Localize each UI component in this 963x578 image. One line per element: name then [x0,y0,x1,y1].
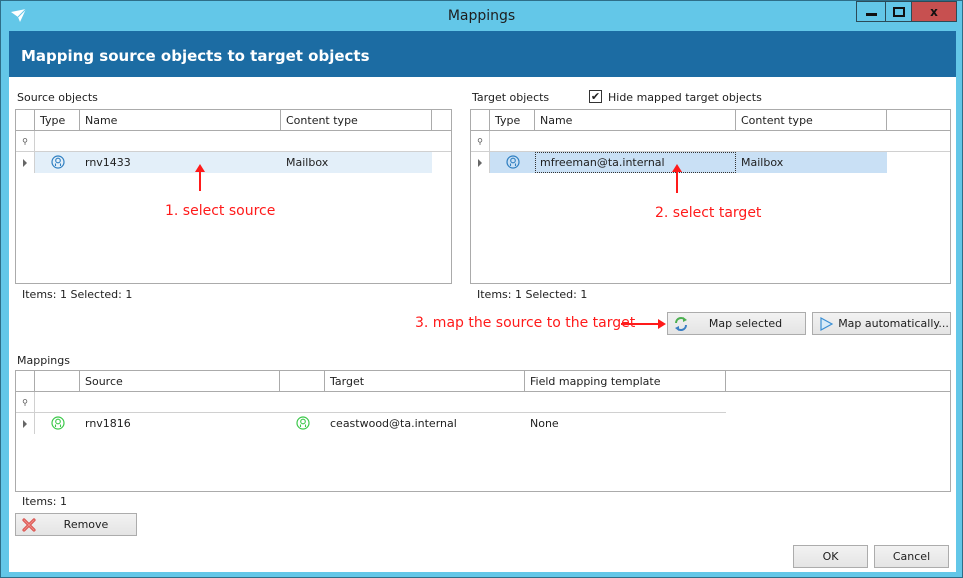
mapping-source-cell: rnv1816 [85,417,131,430]
source-row[interactable]: rnv1433 Mailbox [16,152,432,173]
close-button[interactable]: x [911,1,957,22]
filter-pin-icon: ⚲ [16,131,35,151]
mapping-template-cell: None [530,417,559,430]
mapping-row[interactable]: rnv1816 ceastwood@ta.internal None [16,413,726,434]
cancel-label: Cancel [892,550,931,563]
row-indicator-header [471,110,490,130]
filter-pin-icon: ⚲ [471,131,490,151]
cancel-button[interactable]: Cancel [874,545,949,568]
remove-label: Remove [63,518,109,531]
column-header-name[interactable]: Name [80,110,281,130]
target-status: Items: 1 Selected: 1 [477,288,588,301]
hide-mapped-checkbox[interactable]: ✔ [589,90,602,103]
map-selected-label: Map selected [708,317,783,330]
mappings-grid-header: Source Target Field mapping template [16,371,950,392]
source-objects-label: Source objects [17,91,98,104]
remove-x-icon [22,518,36,532]
mappings-label: Mappings [17,354,70,367]
map-automatically-label: Map automatically... [838,317,949,330]
mapping-target-cell: ceastwood@ta.internal [330,417,457,430]
user-mailbox-icon [51,155,65,169]
mappings-status: Items: 1 [22,495,67,508]
close-icon: x [930,4,938,19]
column-header-source-type[interactable] [35,371,80,391]
target-grid[interactable]: Type Name Content type ⚲ mfreeman@ta.int… [470,109,951,284]
row-pointer-icon [478,158,482,167]
target-content-type-cell: Mailbox [741,156,784,169]
target-grid-header: Type Name Content type [471,110,950,131]
row-indicator-header [16,371,35,391]
maximize-button[interactable] [885,1,911,22]
column-header-type[interactable]: Type [35,110,80,130]
mappings-grid[interactable]: Source Target Field mapping template ⚲ r… [15,370,951,492]
column-header-target[interactable]: Target [325,371,525,391]
hide-mapped-label[interactable]: Hide mapped target objects [608,91,762,104]
dialog-body: Mapping source objects to target objects… [9,31,956,572]
play-icon [820,316,834,332]
mapped-user-icon [296,416,310,430]
minimize-icon [865,13,877,16]
source-filter-row[interactable]: ⚲ [16,131,451,152]
column-header-name[interactable]: Name [535,110,736,130]
maximize-icon [892,6,905,17]
row-indicator [16,152,35,173]
source-status: Items: 1 Selected: 1 [22,288,133,301]
mappings-filter-row[interactable]: ⚲ [16,392,726,413]
sync-arrows-icon [675,317,687,331]
title-bar[interactable]: Mappings x [1,1,962,31]
source-name-cell: rnv1433 [85,156,131,169]
row-indicator [16,413,35,434]
column-header-field-mapping-template[interactable]: Field mapping template [525,371,726,391]
header-banner: Mapping source objects to target objects [9,31,956,77]
source-content-type-cell: Mailbox [286,156,329,169]
column-header-content-type[interactable]: Content type [736,110,887,130]
annotation-arrow-target [672,164,682,193]
row-indicator-header [16,110,35,130]
minimize-button[interactable] [856,1,885,22]
column-header-source[interactable]: Source [80,371,280,391]
row-pointer-icon [23,419,27,428]
window-title: Mappings [447,8,516,24]
mappings-window: Mappings x Mapping source objects to tar… [0,0,963,578]
annotation-step3: 3. map the source to the target [415,315,636,331]
row-pointer-icon [23,158,27,167]
user-mailbox-icon [506,155,520,169]
source-grid[interactable]: Type Name Content type ⚲ rnv1433 Mailbox [15,109,452,284]
annotation-step2: 2. select target [655,205,762,221]
mapped-user-icon [51,416,65,430]
annotation-arrow-map [621,319,666,329]
remove-button[interactable]: Remove [15,513,137,536]
target-name-cell: mfreeman@ta.internal [535,152,736,173]
map-automatically-button[interactable]: Map automatically... [812,312,951,335]
target-filter-row[interactable]: ⚲ [471,131,950,152]
column-header-type[interactable]: Type [490,110,535,130]
ok-label: OK [822,550,839,563]
column-header-target-type[interactable] [280,371,325,391]
map-selected-button[interactable]: Map selected [667,312,806,335]
column-header-content-type[interactable]: Content type [281,110,432,130]
target-objects-label: Target objects [472,91,550,104]
checkmark-icon: ✔ [590,90,601,103]
ok-button[interactable]: OK [793,545,868,568]
row-indicator [471,152,490,173]
filter-pin-icon: ⚲ [16,392,35,412]
annotation-arrow-source [195,164,205,191]
source-grid-header: Type Name Content type [16,110,451,131]
annotation-step1: 1. select source [165,203,276,219]
banner-title: Mapping source objects to target objects [21,47,370,65]
